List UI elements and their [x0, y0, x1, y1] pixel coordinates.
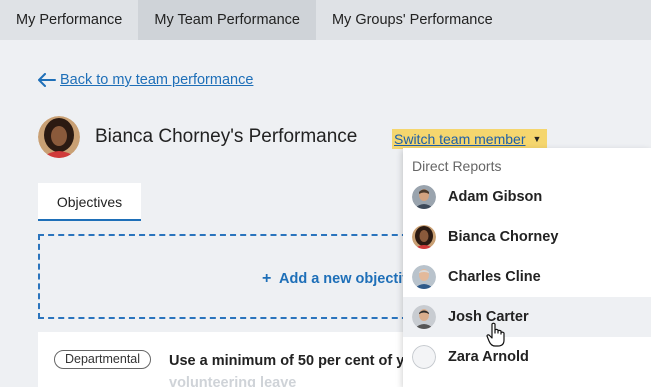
- page-title: Bianca Chorney's Performance: [95, 126, 358, 147]
- arrow-left-icon: [38, 73, 56, 87]
- dropdown-item-adam-gibson[interactable]: Adam Gibson: [403, 177, 651, 217]
- tab-my-performance[interactable]: My Performance: [0, 0, 138, 40]
- dropdown-item-bianca-chorney[interactable]: Bianca Chorney: [403, 217, 651, 257]
- back-link-label[interactable]: Back to my team performance: [60, 72, 253, 88]
- dropdown-item-label[interactable]: Charles Cline: [448, 269, 541, 285]
- caret-down-icon: ▼: [532, 134, 542, 144]
- avatar: [412, 265, 436, 289]
- dropdown-item-label[interactable]: Adam Gibson: [448, 189, 542, 205]
- tab-objectives[interactable]: Objectives: [38, 183, 141, 221]
- team-member-dropdown: Direct Reports Adam Gibson Bianca Chorne…: [403, 148, 651, 387]
- objective-card[interactable]: Departmental Use a minimum of 50 per cen…: [38, 332, 418, 387]
- avatar: [38, 116, 80, 158]
- objective-title: Use a minimum of 50 per cent of y volunt…: [169, 350, 409, 387]
- dropdown-item-charles-cline[interactable]: Charles Cline: [403, 257, 651, 297]
- dropdown-item-josh-carter[interactable]: Josh Carter: [403, 297, 651, 337]
- top-nav: My Performance My Team Performance My Gr…: [0, 0, 651, 40]
- add-objective-label[interactable]: Add a new objective: [279, 271, 418, 287]
- back-link[interactable]: Back to my team performance: [38, 72, 253, 88]
- switch-team-member-button[interactable]: Switch team member ▼: [392, 129, 548, 149]
- tab-my-groups-performance[interactable]: My Groups' Performance: [316, 0, 509, 40]
- avatar: [412, 185, 436, 209]
- add-objective-area[interactable]: + Add a new objective: [38, 234, 418, 319]
- avatar: [412, 225, 436, 249]
- dropdown-item-label[interactable]: Zara Arnold: [448, 349, 529, 365]
- objective-title-line1: Use a minimum of 50 per cent of y: [169, 353, 405, 369]
- tab-my-team-performance[interactable]: My Team Performance: [138, 0, 316, 40]
- dropdown-item-zara-arnold[interactable]: Zara Arnold: [403, 337, 651, 377]
- dropdown-item-label[interactable]: Bianca Chorney: [448, 229, 558, 245]
- dropdown-header: Direct Reports: [412, 158, 502, 174]
- status-badge: Departmental: [54, 350, 152, 369]
- hand-cursor-icon: [486, 322, 505, 347]
- objective-title-line2: volunteering leave: [169, 375, 297, 387]
- avatar-placeholder-icon: [412, 345, 436, 369]
- switch-team-member-label[interactable]: Switch team member: [394, 131, 525, 147]
- avatar: [412, 305, 436, 329]
- plus-icon: +: [262, 270, 272, 287]
